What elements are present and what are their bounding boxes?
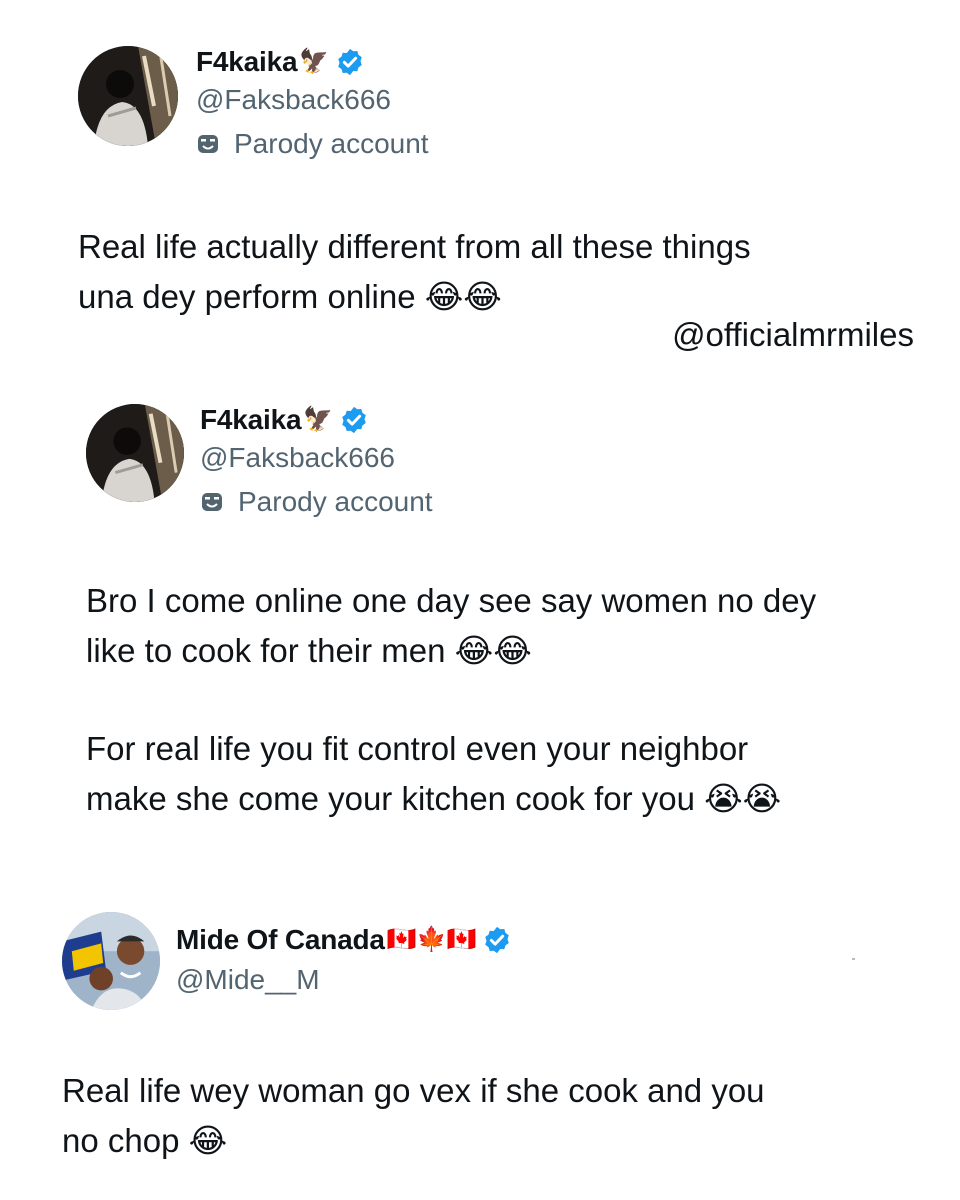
handle[interactable]: @Mide__M (176, 964, 320, 996)
eagle-icon: 🦅 (299, 48, 330, 75)
canada-flags-icon: 🇨🇦🍁🇨🇦 (386, 926, 477, 953)
name-row: F4kaika 🦅 (200, 404, 369, 436)
tweet-line: una dey perform online 😂😂 (78, 278, 502, 315)
tweet-text: Real life wey woman go vex if she cook a… (62, 1066, 765, 1166)
parody-label: Parody account (200, 486, 433, 518)
parody-label-text: Parody account (238, 486, 433, 517)
name-row: F4kaika 🦅 (196, 46, 365, 78)
parody-mask-icon (200, 490, 224, 514)
handle[interactable]: @Faksback666 (200, 442, 395, 474)
verified-badge-icon (335, 47, 365, 77)
watermark: @officialmrmiles (672, 316, 914, 353)
display-name[interactable]: F4kaika (196, 46, 298, 78)
display-name[interactable]: Mide Of Canada (176, 924, 385, 956)
tweet-line: like to cook for their men 😂😂 (86, 632, 532, 669)
avatar[interactable] (78, 46, 178, 146)
tweet-line: no chop 😂 (62, 1122, 228, 1159)
eagle-icon: 🦅 (303, 406, 334, 433)
avatar-photo (62, 912, 160, 1010)
avatar[interactable] (86, 404, 184, 502)
parody-label: Parody account (196, 128, 429, 160)
verified-badge-icon (482, 925, 512, 955)
avatar[interactable] (62, 912, 160, 1010)
avatar-photo (86, 404, 184, 502)
tweet-line: make she come your kitchen cook for you … (86, 780, 782, 817)
tweet-text: Bro I come online one day see say women … (86, 576, 816, 824)
handle[interactable]: @Faksback666 (196, 84, 391, 116)
parody-mask-icon (196, 132, 220, 156)
divider-dot (852, 958, 855, 960)
tweet-line: For real life you fit control even your … (86, 730, 749, 767)
display-name[interactable]: F4kaika (200, 404, 302, 436)
tweet-line: Real life wey woman go vex if she cook a… (62, 1072, 765, 1109)
verified-badge-icon (339, 405, 369, 435)
parody-label-text: Parody account (234, 128, 429, 159)
avatar-photo (78, 46, 178, 146)
name-row: Mide Of Canada 🇨🇦🍁🇨🇦 (176, 924, 512, 956)
tweet-line: Real life actually different from all th… (78, 228, 751, 265)
tweet-text: Real life actually different from all th… (78, 222, 751, 322)
tweet-line: Bro I come online one day see say women … (86, 582, 817, 619)
